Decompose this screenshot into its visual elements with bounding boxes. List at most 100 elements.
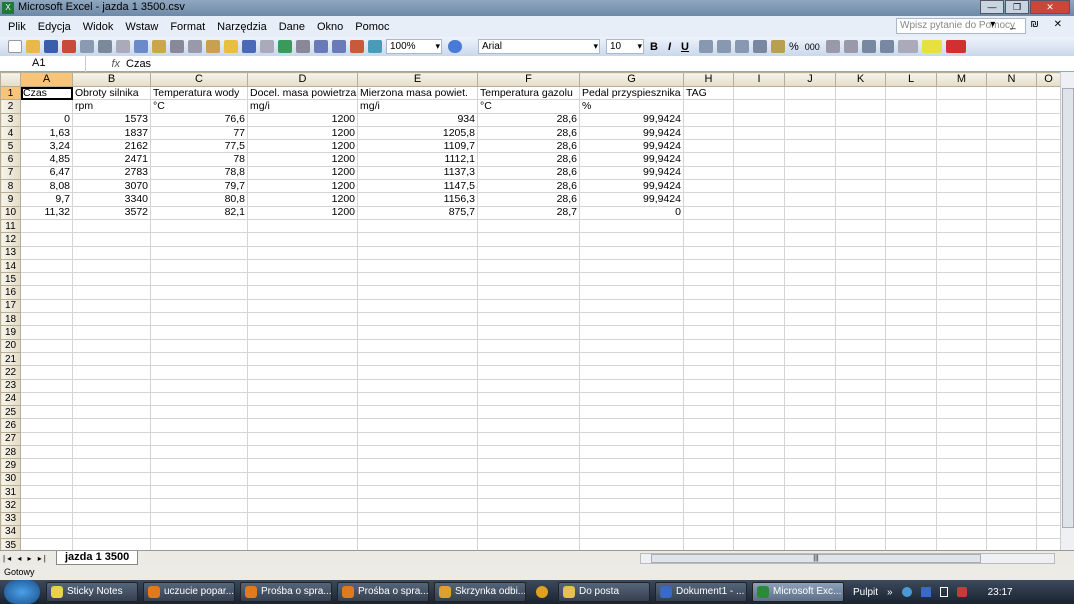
cell-h9[interactable] <box>683 192 734 207</box>
cell-g9[interactable]: 99,9424 <box>579 192 684 207</box>
cell-f8[interactable]: 28,6 <box>477 179 580 194</box>
cell-e26[interactable] <box>357 418 478 433</box>
taskbar-item[interactable]: uczucie popar... <box>143 582 235 602</box>
cell-a15[interactable] <box>20 272 73 287</box>
column-header-j[interactable]: J <box>784 72 836 87</box>
cell-b15[interactable] <box>72 272 151 287</box>
row-header[interactable]: 1 <box>0 85 21 101</box>
taskbar-item[interactable]: Skrzynka odbi... <box>434 582 526 602</box>
cell-g16[interactable] <box>579 285 684 300</box>
cell-h15[interactable] <box>683 272 734 287</box>
cell-d19[interactable] <box>247 325 358 340</box>
cell-o19[interactable] <box>1036 325 1060 340</box>
cell-j1[interactable] <box>784 85 836 101</box>
cell-j26[interactable] <box>784 418 836 433</box>
cell-h18[interactable] <box>683 312 734 327</box>
cell-l3[interactable] <box>885 112 937 127</box>
cell-i27[interactable] <box>733 431 785 447</box>
cell-a35[interactable] <box>20 538 73 550</box>
cell-a8[interactable]: 8,08 <box>20 179 73 194</box>
cell-j7[interactable] <box>784 165 836 181</box>
cell-g34[interactable] <box>579 524 684 540</box>
cell-a26[interactable] <box>20 418 73 433</box>
cell-k24[interactable] <box>835 391 886 407</box>
row-header[interactable]: 6 <box>0 152 21 167</box>
cell-n24[interactable] <box>986 391 1037 407</box>
increase-indent-icon[interactable] <box>879 40 894 53</box>
cell-n15[interactable] <box>986 272 1037 287</box>
cell-f17[interactable] <box>477 298 580 314</box>
cell-n29[interactable] <box>986 458 1037 473</box>
cell-a22[interactable] <box>20 365 73 380</box>
cell-c33[interactable] <box>150 511 248 526</box>
cell-b4[interactable]: 1837 <box>72 125 151 141</box>
cell-e25[interactable] <box>357 405 478 420</box>
cell-k30[interactable] <box>835 471 886 486</box>
cell-o6[interactable] <box>1036 152 1060 167</box>
cell-k4[interactable] <box>835 125 886 141</box>
cell-a1[interactable]: Czas <box>20 85 73 101</box>
cell-a25[interactable] <box>20 405 73 420</box>
cell-f18[interactable] <box>477 312 580 327</box>
cell-i2[interactable] <box>733 99 785 114</box>
cell-g29[interactable] <box>579 458 684 473</box>
row-header[interactable]: 18 <box>0 312 21 327</box>
cell-c23[interactable] <box>150 378 248 393</box>
cell-l27[interactable] <box>885 431 937 447</box>
cell-o3[interactable] <box>1036 112 1060 127</box>
cell-f31[interactable] <box>477 484 580 500</box>
cell-h11[interactable] <box>683 218 734 234</box>
cell-d13[interactable] <box>247 245 358 260</box>
open-icon[interactable] <box>26 40 40 53</box>
cell-a13[interactable] <box>20 245 73 260</box>
cell-o16[interactable] <box>1036 285 1060 300</box>
cell-j21[interactable] <box>784 351 836 367</box>
cell-k17[interactable] <box>835 298 886 314</box>
cell-d24[interactable] <box>247 391 358 407</box>
cell-o25[interactable] <box>1036 405 1060 420</box>
cell-b16[interactable] <box>72 285 151 300</box>
column-header-g[interactable]: G <box>579 72 684 87</box>
cell-c1[interactable]: Temperatura wody <box>150 85 248 101</box>
merge-center-icon[interactable] <box>752 40 767 53</box>
cell-i25[interactable] <box>733 405 785 420</box>
cell-b2[interactable]: rpm <box>72 99 151 114</box>
cell-i30[interactable] <box>733 471 785 486</box>
cell-i21[interactable] <box>733 351 785 367</box>
cell-d25[interactable] <box>247 405 358 420</box>
cell-h7[interactable] <box>683 165 734 181</box>
cell-a14[interactable] <box>20 258 73 274</box>
cell-b11[interactable] <box>72 218 151 234</box>
cell-j11[interactable] <box>784 218 836 234</box>
cell-i11[interactable] <box>733 218 785 234</box>
cell-a24[interactable] <box>20 391 73 407</box>
cell-b30[interactable] <box>72 471 151 486</box>
cell-b13[interactable] <box>72 245 151 260</box>
cell-o17[interactable] <box>1036 298 1060 314</box>
taskbar-item[interactable]: Sticky Notes <box>46 582 138 602</box>
print-icon[interactable] <box>98 40 112 53</box>
cell-j15[interactable] <box>784 272 836 287</box>
cell-f5[interactable]: 28,6 <box>477 139 580 154</box>
cell-g23[interactable] <box>579 378 684 393</box>
cell-j34[interactable] <box>784 524 836 540</box>
cell-a21[interactable] <box>20 351 73 367</box>
cell-o10[interactable] <box>1036 205 1060 220</box>
cell-f33[interactable] <box>477 511 580 526</box>
volume-icon[interactable] <box>956 587 967 597</box>
cell-l31[interactable] <box>885 484 937 500</box>
cell-b7[interactable]: 2783 <box>72 165 151 181</box>
cell-o35[interactable] <box>1036 538 1060 550</box>
cell-f23[interactable] <box>477 378 580 393</box>
cell-o21[interactable] <box>1036 351 1060 367</box>
cell-k23[interactable] <box>835 378 886 393</box>
cell-i33[interactable] <box>733 511 785 526</box>
help-icon[interactable] <box>448 40 462 53</box>
cell-k32[interactable] <box>835 498 886 513</box>
cell-c29[interactable] <box>150 458 248 473</box>
row-header[interactable]: 22 <box>0 365 21 380</box>
cell-h1[interactable]: TAG <box>683 85 734 101</box>
sheet-nav-buttons[interactable]: |◂ ◂ ▸ ▸| <box>0 554 56 563</box>
cell-c27[interactable] <box>150 431 248 447</box>
cell-b9[interactable]: 3340 <box>72 192 151 207</box>
